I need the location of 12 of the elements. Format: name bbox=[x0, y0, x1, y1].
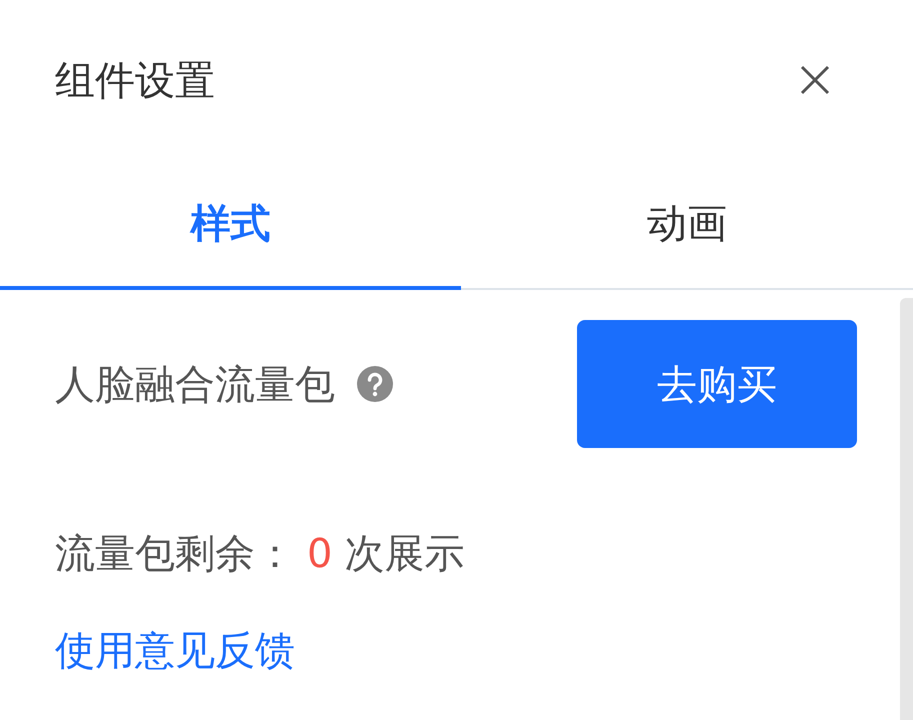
panel-title: 组件设置 bbox=[55, 56, 215, 106]
remaining-count: 0 bbox=[307, 530, 332, 576]
close-icon[interactable] bbox=[799, 64, 831, 96]
feedback-link[interactable]: 使用意见反馈 bbox=[55, 623, 295, 678]
remaining-unit: 次展示 bbox=[344, 530, 464, 579]
scrollbar[interactable] bbox=[900, 298, 913, 720]
buy-button[interactable]: 去购买 bbox=[577, 320, 857, 448]
tab[interactable]: 动画 bbox=[461, 160, 913, 290]
remaining-label: 流量包剩余： bbox=[55, 530, 295, 579]
package-label: 人脸融合流量包 bbox=[55, 360, 335, 410]
tab[interactable]: 样式 bbox=[0, 160, 461, 290]
help-icon[interactable] bbox=[357, 366, 393, 402]
